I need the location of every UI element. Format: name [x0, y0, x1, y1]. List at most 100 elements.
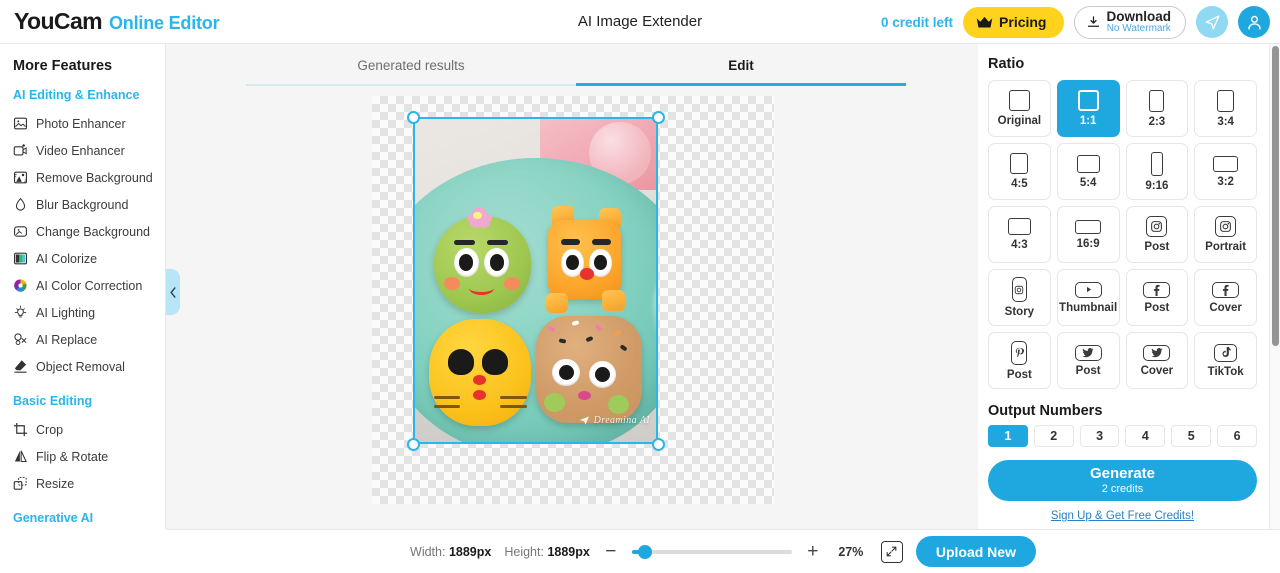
ratio-option-4-3[interactable]: 4:3 [988, 206, 1051, 263]
resize-handle-bottom-right[interactable] [652, 438, 665, 451]
signup-free-credits-link[interactable]: Sign Up & Get Free Credits! [988, 510, 1257, 522]
zoom-slider[interactable] [631, 544, 792, 559]
credit-balance: 0 credit left [881, 14, 954, 30]
tab-edit[interactable]: Edit [576, 44, 906, 86]
page-scrollbar[interactable] [1269, 44, 1280, 529]
resize-handle-bottom-left[interactable] [407, 438, 420, 451]
ratio-option-pinterest-post[interactable]: Post [988, 332, 1051, 389]
ratio-option-9-16[interactable]: 9:16 [1125, 143, 1189, 200]
ratio-option-twitter-post[interactable]: Post [1056, 332, 1120, 389]
ratio-option-3-4[interactable]: 3:4 [1194, 80, 1257, 137]
sidebar-item-label: AI Lighting [36, 305, 96, 320]
account-button[interactable] [1238, 6, 1270, 38]
ratio-label: Post [1144, 301, 1170, 314]
ratio-option-facebook-cover[interactable]: Cover [1194, 269, 1257, 326]
sidebar-item-blur-background[interactable]: Blur Background [0, 191, 165, 218]
sidebar-item-flip-rotate[interactable]: Flip & Rotate [0, 443, 165, 470]
sidebar-item-label: Flip & Rotate [36, 449, 109, 464]
tab-generated-results[interactable]: Generated results [246, 44, 576, 86]
pricing-button[interactable]: Pricing [963, 6, 1064, 38]
color-wheel-icon [14, 279, 27, 292]
ratio-label: Cover [1209, 301, 1242, 314]
eraser-icon [14, 360, 27, 373]
width-value: 1889px [448, 544, 492, 559]
ratio-option-twitter-cover[interactable]: Cover [1125, 332, 1189, 389]
output-number-6[interactable]: 6 [1217, 425, 1257, 447]
ratio-option-original[interactable]: Original [988, 80, 1051, 137]
output-number-3[interactable]: 3 [1079, 425, 1120, 447]
resize-handle-top-left[interactable] [407, 111, 420, 124]
ratio-label: 16:9 [1076, 237, 1100, 250]
source-image: Dreamina AI [415, 119, 656, 442]
ratio-label: 5:4 [1079, 176, 1097, 189]
sidebar-item-remove-background[interactable]: Remove Background [0, 164, 165, 191]
change-background-icon [14, 226, 27, 237]
fit-to-screen-button[interactable] [880, 540, 903, 563]
height-label: Height: [504, 544, 544, 559]
download-icon [1087, 15, 1099, 27]
output-number-5[interactable]: 5 [1171, 425, 1212, 447]
ratio-option-3-2[interactable]: 3:2 [1194, 143, 1257, 200]
download-button[interactable]: Download No Watermark [1073, 5, 1186, 39]
zoom-out-button[interactable]: − [603, 541, 619, 563]
download-sublabel: No Watermark [1106, 22, 1171, 34]
paper-plane-icon [579, 416, 589, 425]
ratio-option-4-5[interactable]: 4:5 [988, 143, 1051, 200]
sidebar-item-video-enhancer[interactable]: Video Enhancer [0, 137, 165, 164]
header-actions: 0 credit left Pricing Download No Waterm… [881, 0, 1270, 44]
ratio-option-instagram-portrait[interactable]: Portrait [1194, 206, 1257, 263]
ai-colorize-icon [14, 252, 27, 265]
share-button[interactable] [1196, 6, 1228, 38]
pricing-label: Pricing [999, 14, 1047, 30]
output-numbers-section: Output Numbers 1 2 3 4 5 6 Generate 2 cr… [988, 403, 1257, 522]
instagram-icon [1011, 277, 1027, 302]
bottom-toolbar: Width: 1889px Height: 1889px − + 27% Upl… [166, 529, 1280, 573]
zoom-in-button[interactable]: + [805, 541, 821, 563]
sidebar-collapse-toggle[interactable] [166, 269, 180, 315]
generate-button[interactable]: Generate 2 credits [988, 460, 1257, 501]
sidebar-item-change-background[interactable]: Change Background [0, 218, 165, 245]
ratio-label: 3:2 [1217, 175, 1234, 188]
sidebar-item-ai-lighting[interactable]: AI Lighting [0, 299, 165, 326]
sidebar-item-ai-replace[interactable]: AI Replace [0, 326, 165, 353]
ratio-label: Original [997, 115, 1042, 127]
ratio-option-5-4[interactable]: 5:4 [1056, 143, 1120, 200]
resize-icon [13, 477, 27, 490]
sidebar-item-ai-color-correction[interactable]: AI Color Correction [0, 272, 165, 299]
sidebar-item-label: Blur Background [36, 197, 129, 212]
ratio-option-tiktok[interactable]: TikTok [1194, 332, 1257, 389]
user-avatar-icon [1247, 15, 1261, 30]
ratio-label: 3:4 [1217, 115, 1234, 128]
sidebar-item-resize[interactable]: Resize [0, 470, 165, 497]
output-number-2[interactable]: 2 [1033, 425, 1074, 447]
sidebar-item-label: AI Replace [36, 332, 98, 347]
ratio-option-16-9[interactable]: 16:9 [1056, 206, 1120, 263]
sidebar-item-label: Resize [36, 476, 75, 491]
ratio-option-instagram-post[interactable]: Post [1125, 206, 1189, 263]
zoom-slider-knob[interactable] [637, 544, 652, 559]
lightbulb-icon [14, 305, 27, 318]
instagram-icon [1146, 216, 1168, 237]
ratio-option-2-3[interactable]: 2:3 [1125, 80, 1189, 137]
ratio-option-facebook-post[interactable]: Post [1125, 269, 1189, 326]
sidebar-item-photo-enhancer[interactable]: Photo Enhancer [0, 110, 165, 137]
output-number-4[interactable]: 4 [1125, 425, 1166, 447]
sidebar-item-label: Change Background [36, 224, 150, 239]
left-sidebar[interactable]: More Features AI Editing & Enhance Photo… [0, 44, 166, 529]
sidebar-item-ai-colorize[interactable]: AI Colorize [0, 245, 165, 272]
ratio-label: Post [1006, 368, 1032, 381]
image-selection-box[interactable]: Dreamina AI [413, 117, 658, 444]
scrollbar-thumb[interactable] [1272, 46, 1279, 346]
upload-new-button[interactable]: Upload New [915, 536, 1036, 567]
generate-credits: 2 credits [1101, 482, 1144, 495]
ratio-label: Story [1004, 306, 1035, 318]
ratio-option-instagram-story[interactable]: Story [988, 269, 1051, 326]
output-number-1[interactable]: 1 [988, 425, 1028, 447]
sidebar-item-object-removal[interactable]: Object Removal [0, 353, 165, 380]
ratio-option-youtube-thumbnail[interactable]: Thumbnail [1056, 269, 1120, 326]
ratio-option-1-1[interactable]: 1:1 [1056, 80, 1120, 137]
download-label: Download [1106, 8, 1172, 24]
sidebar-item-crop[interactable]: Crop [0, 416, 165, 443]
resize-handle-top-right[interactable] [652, 111, 665, 124]
ratio-label: Post [1075, 364, 1101, 377]
